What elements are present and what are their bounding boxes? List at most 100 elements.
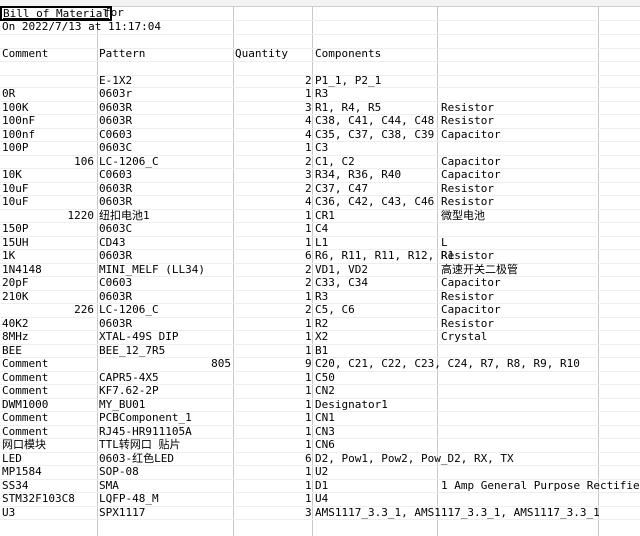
pattern-cell[interactable]: C0603 (99, 168, 132, 182)
pattern-cell[interactable]: 0603C (99, 222, 132, 236)
quantity-cell[interactable]: 6 (305, 249, 312, 263)
components-cell[interactable]: R1, R4, R5 (315, 101, 381, 115)
components-cell[interactable]: U2 (315, 465, 328, 479)
pattern-cell[interactable]: 0603R (99, 290, 132, 304)
quantity-cell[interactable]: 1 (305, 438, 312, 452)
pattern-cell[interactable]: RJ45-HR911105A (99, 425, 192, 439)
components-cell[interactable]: B1 (315, 344, 328, 358)
pattern-cell[interactable]: XTAL-49S DIP (99, 330, 178, 344)
pattern-cell[interactable]: LC-1206_C (99, 303, 159, 317)
comment-cell[interactable]: 210K (2, 290, 29, 304)
comment-cell[interactable]: 8MHz (2, 330, 29, 344)
quantity-cell[interactable]: 2 (305, 182, 312, 196)
description-cell[interactable]: Resistor (441, 317, 494, 331)
components-cell[interactable]: VD1, VD2 (315, 263, 368, 277)
quantity-cell[interactable]: 1 (305, 141, 312, 155)
date-text[interactable]: On 2022/7/13 at 11:17:04 (2, 20, 161, 34)
pattern-cell[interactable]: 0603-红色LED (99, 452, 174, 466)
pattern-cell[interactable]: BEE_12_7R5 (99, 344, 165, 358)
components-cell[interactable]: C3 (315, 141, 328, 155)
pattern-cell[interactable]: 0603R (99, 317, 132, 331)
components-cell[interactable]: AMS1117_3.3_1, AMS1117_3.3_1, AMS1117_3.… (315, 506, 600, 520)
pattern-cell[interactable]: 0603R (99, 195, 132, 209)
comment-cell[interactable]: BEE (2, 344, 22, 358)
quantity-cell[interactable]: 3 (305, 506, 312, 520)
comment-cell[interactable]: Comment (2, 371, 48, 385)
pattern-cell[interactable]: PCBComponent_1 (99, 411, 192, 425)
components-cell[interactable]: L1 (315, 236, 328, 250)
comment-cell[interactable]: 226 (74, 303, 94, 317)
comment-cell[interactable]: 0R (2, 87, 15, 101)
components-cell[interactable]: C4 (315, 222, 328, 236)
pattern-cell[interactable]: CAPR5-4X5 (99, 371, 159, 385)
quantity-cell[interactable]: 1 (305, 317, 312, 331)
description-cell[interactable]: Resistor (441, 195, 494, 209)
comment-cell[interactable]: DWM1000 (2, 398, 48, 412)
components-cell[interactable]: C37, C47 (315, 182, 368, 196)
comment-cell[interactable]: 1K (2, 249, 15, 263)
pattern-cell[interactable]: 0603r (99, 87, 132, 101)
components-cell[interactable]: CN3 (315, 425, 335, 439)
components-cell[interactable]: R3 (315, 290, 328, 304)
components-cell[interactable]: R34, R36, R40 (315, 168, 401, 182)
pattern-cell[interactable]: MY_BU01 (99, 398, 145, 412)
pattern-cell[interactable]: C0603 (99, 128, 132, 142)
comment-cell[interactable]: 106 (74, 155, 94, 169)
quantity-cell[interactable]: 4 (305, 195, 312, 209)
comment-cell[interactable]: 100P (2, 141, 29, 155)
quantity-cell[interactable]: 1 (305, 87, 312, 101)
comment-cell[interactable]: 1220 (68, 209, 95, 223)
description-cell[interactable]: Resistor (441, 249, 494, 263)
quantity-cell[interactable]: 6 (305, 452, 312, 466)
pattern-cell[interactable]: 0603R (99, 101, 132, 115)
comment-cell[interactable]: 10K (2, 168, 22, 182)
description-cell[interactable]: Capacitor (441, 128, 501, 142)
components-cell[interactable]: C35, C37, C38, C39 (315, 128, 434, 142)
quantity-cell[interactable]: 1 (305, 330, 312, 344)
comment-cell[interactable]: Comment (2, 357, 48, 371)
components-cell[interactable]: CN1 (315, 411, 335, 425)
comment-cell[interactable]: 100nf (2, 128, 35, 142)
quantity-cell[interactable]: 1 (305, 398, 312, 412)
components-cell[interactable]: X2 (315, 330, 328, 344)
comment-cell[interactable]: MP1584 (2, 465, 42, 479)
quantity-cell[interactable]: 1 (305, 492, 312, 506)
pattern-cell[interactable]: 0603R (99, 249, 132, 263)
quantity-cell[interactable]: 1 (305, 222, 312, 236)
quantity-cell[interactable]: 3 (305, 101, 312, 115)
header-components[interactable]: Components (315, 47, 381, 61)
description-cell[interactable]: 1 Amp General Purpose Rectifier (441, 479, 640, 493)
quantity-cell[interactable]: 4 (305, 128, 312, 142)
quantity-cell[interactable]: 4 (305, 114, 312, 128)
comment-cell[interactable]: 10uF (2, 182, 29, 196)
quantity-cell[interactable]: 1 (305, 425, 312, 439)
pattern-cell[interactable]: 0603R (99, 114, 132, 128)
components-cell[interactable]: CR1 (315, 209, 335, 223)
quantity-cell[interactable]: 1 (305, 411, 312, 425)
components-cell[interactable]: R2 (315, 317, 328, 331)
quantity-cell[interactable]: 1 (305, 371, 312, 385)
pattern-cell[interactable]: SOP-08 (99, 465, 139, 479)
quantity-cell[interactable]: 2 (305, 74, 312, 88)
description-cell[interactable]: Capacitor (441, 155, 501, 169)
description-cell[interactable]: Capacitor (441, 168, 501, 182)
comment-cell[interactable]: 1N4148 (2, 263, 42, 277)
pattern-cell[interactable]: 纽扣电池1 (99, 209, 150, 223)
comment-cell[interactable]: 40K2 (2, 317, 29, 331)
description-cell[interactable]: Crystal (441, 330, 487, 344)
components-cell[interactable]: CN2 (315, 384, 335, 398)
quantity-cell[interactable]: 9 (305, 357, 312, 371)
description-cell[interactable]: 高速开关二极管 (441, 263, 518, 277)
pattern-cell[interactable]: LC-1206_C (99, 155, 159, 169)
description-cell[interactable]: Resistor (441, 101, 494, 115)
quantity-cell[interactable]: 1 (305, 290, 312, 304)
quantity-cell[interactable]: 1 (305, 465, 312, 479)
quantity-cell[interactable]: 3 (305, 168, 312, 182)
pattern-cell[interactable]: LQFP-48_M (99, 492, 159, 506)
quantity-cell[interactable]: 2 (305, 276, 312, 290)
quantity-cell[interactable]: 1 (305, 236, 312, 250)
pattern-cell[interactable]: E-1X2 (99, 74, 132, 88)
comment-cell[interactable]: 20pF (2, 276, 29, 290)
comment-cell[interactable]: U3 (2, 506, 15, 520)
description-cell[interactable]: Resistor (441, 114, 494, 128)
